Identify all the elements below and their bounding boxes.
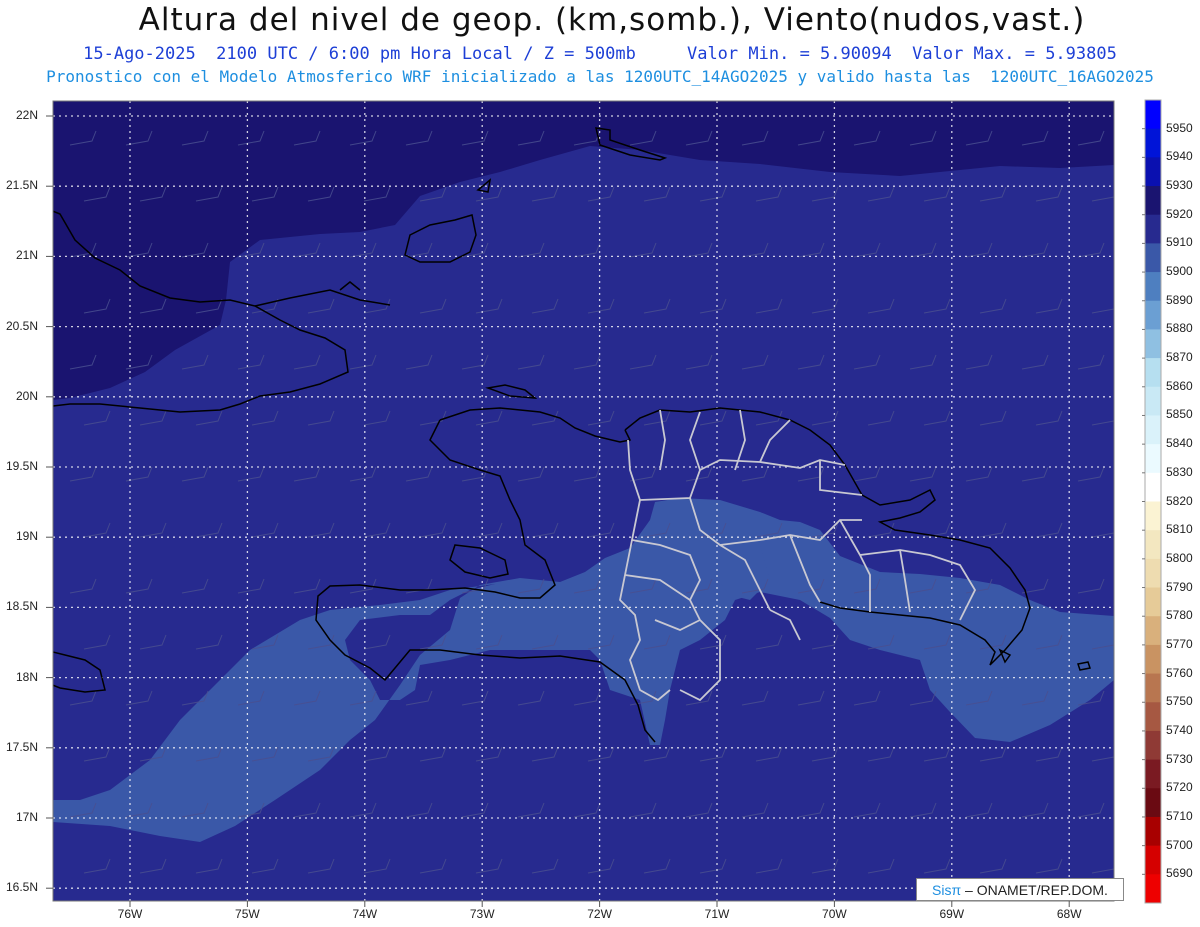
colorbar-label: 5740 (1166, 722, 1193, 737)
colorbar-segment (1145, 759, 1161, 789)
lat-label: 17N (15, 810, 38, 824)
colorbar-label: 5720 (1166, 780, 1193, 795)
colorbar-segment (1145, 874, 1161, 904)
lat-label: 20N (15, 388, 38, 403)
colorbar-segment (1145, 845, 1161, 875)
lat-label: 20.5N (5, 318, 38, 333)
lat-label: 16.5N (5, 880, 38, 895)
colorbar-label: 5800 (1166, 550, 1193, 565)
colorbar-segment (1145, 329, 1161, 359)
colorbar-label: 5830 (1166, 464, 1193, 479)
colorbar-segment (1145, 415, 1161, 445)
lat-label: 18.5N (5, 599, 38, 614)
colorbar-label: 5840 (1166, 436, 1193, 451)
colorbar-label: 5860 (1166, 378, 1193, 393)
lon-label: 73W (469, 907, 495, 921)
colorbar-segment (1145, 730, 1161, 761)
colorbar-label: 5690 (1166, 866, 1193, 881)
colorbar-label: 5920 (1166, 206, 1193, 221)
colorbar-segment (1145, 558, 1161, 589)
colorbar-segment (1145, 702, 1161, 732)
colorbar-segment (1145, 444, 1161, 474)
map-canvas (46, 99, 1162, 907)
credit-logo: Sisπ (932, 881, 962, 898)
colorbar-label: 5700 (1166, 837, 1193, 852)
colorbar-label: 5750 (1166, 694, 1193, 709)
colorbar-segment (1145, 816, 1161, 847)
colorbar-segment (1145, 673, 1161, 703)
colorbar-segment (1145, 100, 1161, 130)
colorbar-segment (1145, 616, 1161, 646)
colorbar-label: 5870 (1166, 350, 1193, 365)
colorbar-segment (1145, 788, 1161, 818)
colorbar-label: 5770 (1166, 636, 1193, 651)
colorbar-segment (1145, 272, 1161, 302)
lat-label: 21N (15, 248, 38, 263)
credit-text: – ONAMET/REP.DOM. (961, 881, 1108, 898)
lon-label: 71W (704, 907, 730, 921)
colorbar-label: 5730 (1166, 751, 1193, 766)
colorbar-segment (1145, 472, 1161, 502)
colorbar-label: 5940 (1166, 149, 1193, 164)
colorbar-label: 5850 (1166, 407, 1193, 422)
credit-box: Sisπ – ONAMET/REP.DOM. (916, 878, 1124, 901)
colorbar (1142, 99, 1162, 904)
lon-label: 69W (939, 907, 965, 921)
lon-label: 72W (587, 907, 612, 921)
colorbar-segment (1145, 214, 1161, 244)
colorbar-label: 5710 (1166, 808, 1193, 823)
lon-label: 74W (352, 907, 378, 921)
lat-label: 19N (15, 529, 38, 544)
lon-label: 70W (822, 907, 847, 921)
lat-label: 22N (15, 108, 38, 122)
colorbar-label: 5900 (1166, 264, 1193, 279)
colorbar-label: 5910 (1166, 235, 1193, 250)
lon-label: 68W (1056, 907, 1082, 921)
colorbar-segment (1145, 644, 1161, 675)
colorbar-label: 5950 (1166, 120, 1193, 135)
colorbar-label: 5810 (1166, 522, 1193, 537)
colorbar-segment (1145, 501, 1161, 531)
colorbar-segment (1145, 157, 1161, 187)
lat-label: 21.5N (5, 178, 38, 193)
lat-label: 18N (15, 669, 38, 684)
colorbar-segment (1145, 128, 1161, 158)
lon-label: 76W (117, 907, 143, 921)
lat-label: 17.5N (5, 739, 38, 754)
colorbar-segment (1145, 386, 1161, 416)
lon-label: 75W (235, 907, 260, 921)
colorbar-segment (1145, 358, 1161, 388)
colorbar-label: 5880 (1166, 321, 1193, 336)
lat-label: 19.5N (5, 459, 38, 473)
colorbar-segment (1145, 587, 1161, 617)
colorbar-label: 5890 (1166, 292, 1193, 307)
colorbar-segment (1145, 186, 1161, 216)
colorbar-label: 5780 (1166, 608, 1193, 623)
colorbar-segment (1145, 530, 1161, 560)
colorbar-label: 5930 (1166, 178, 1193, 193)
colorbar-label: 5790 (1166, 579, 1193, 594)
colorbar-label: 5820 (1166, 493, 1193, 508)
colorbar-segment (1145, 300, 1161, 330)
colorbar-label: 5760 (1166, 665, 1193, 680)
colorbar-segment (1145, 243, 1161, 273)
